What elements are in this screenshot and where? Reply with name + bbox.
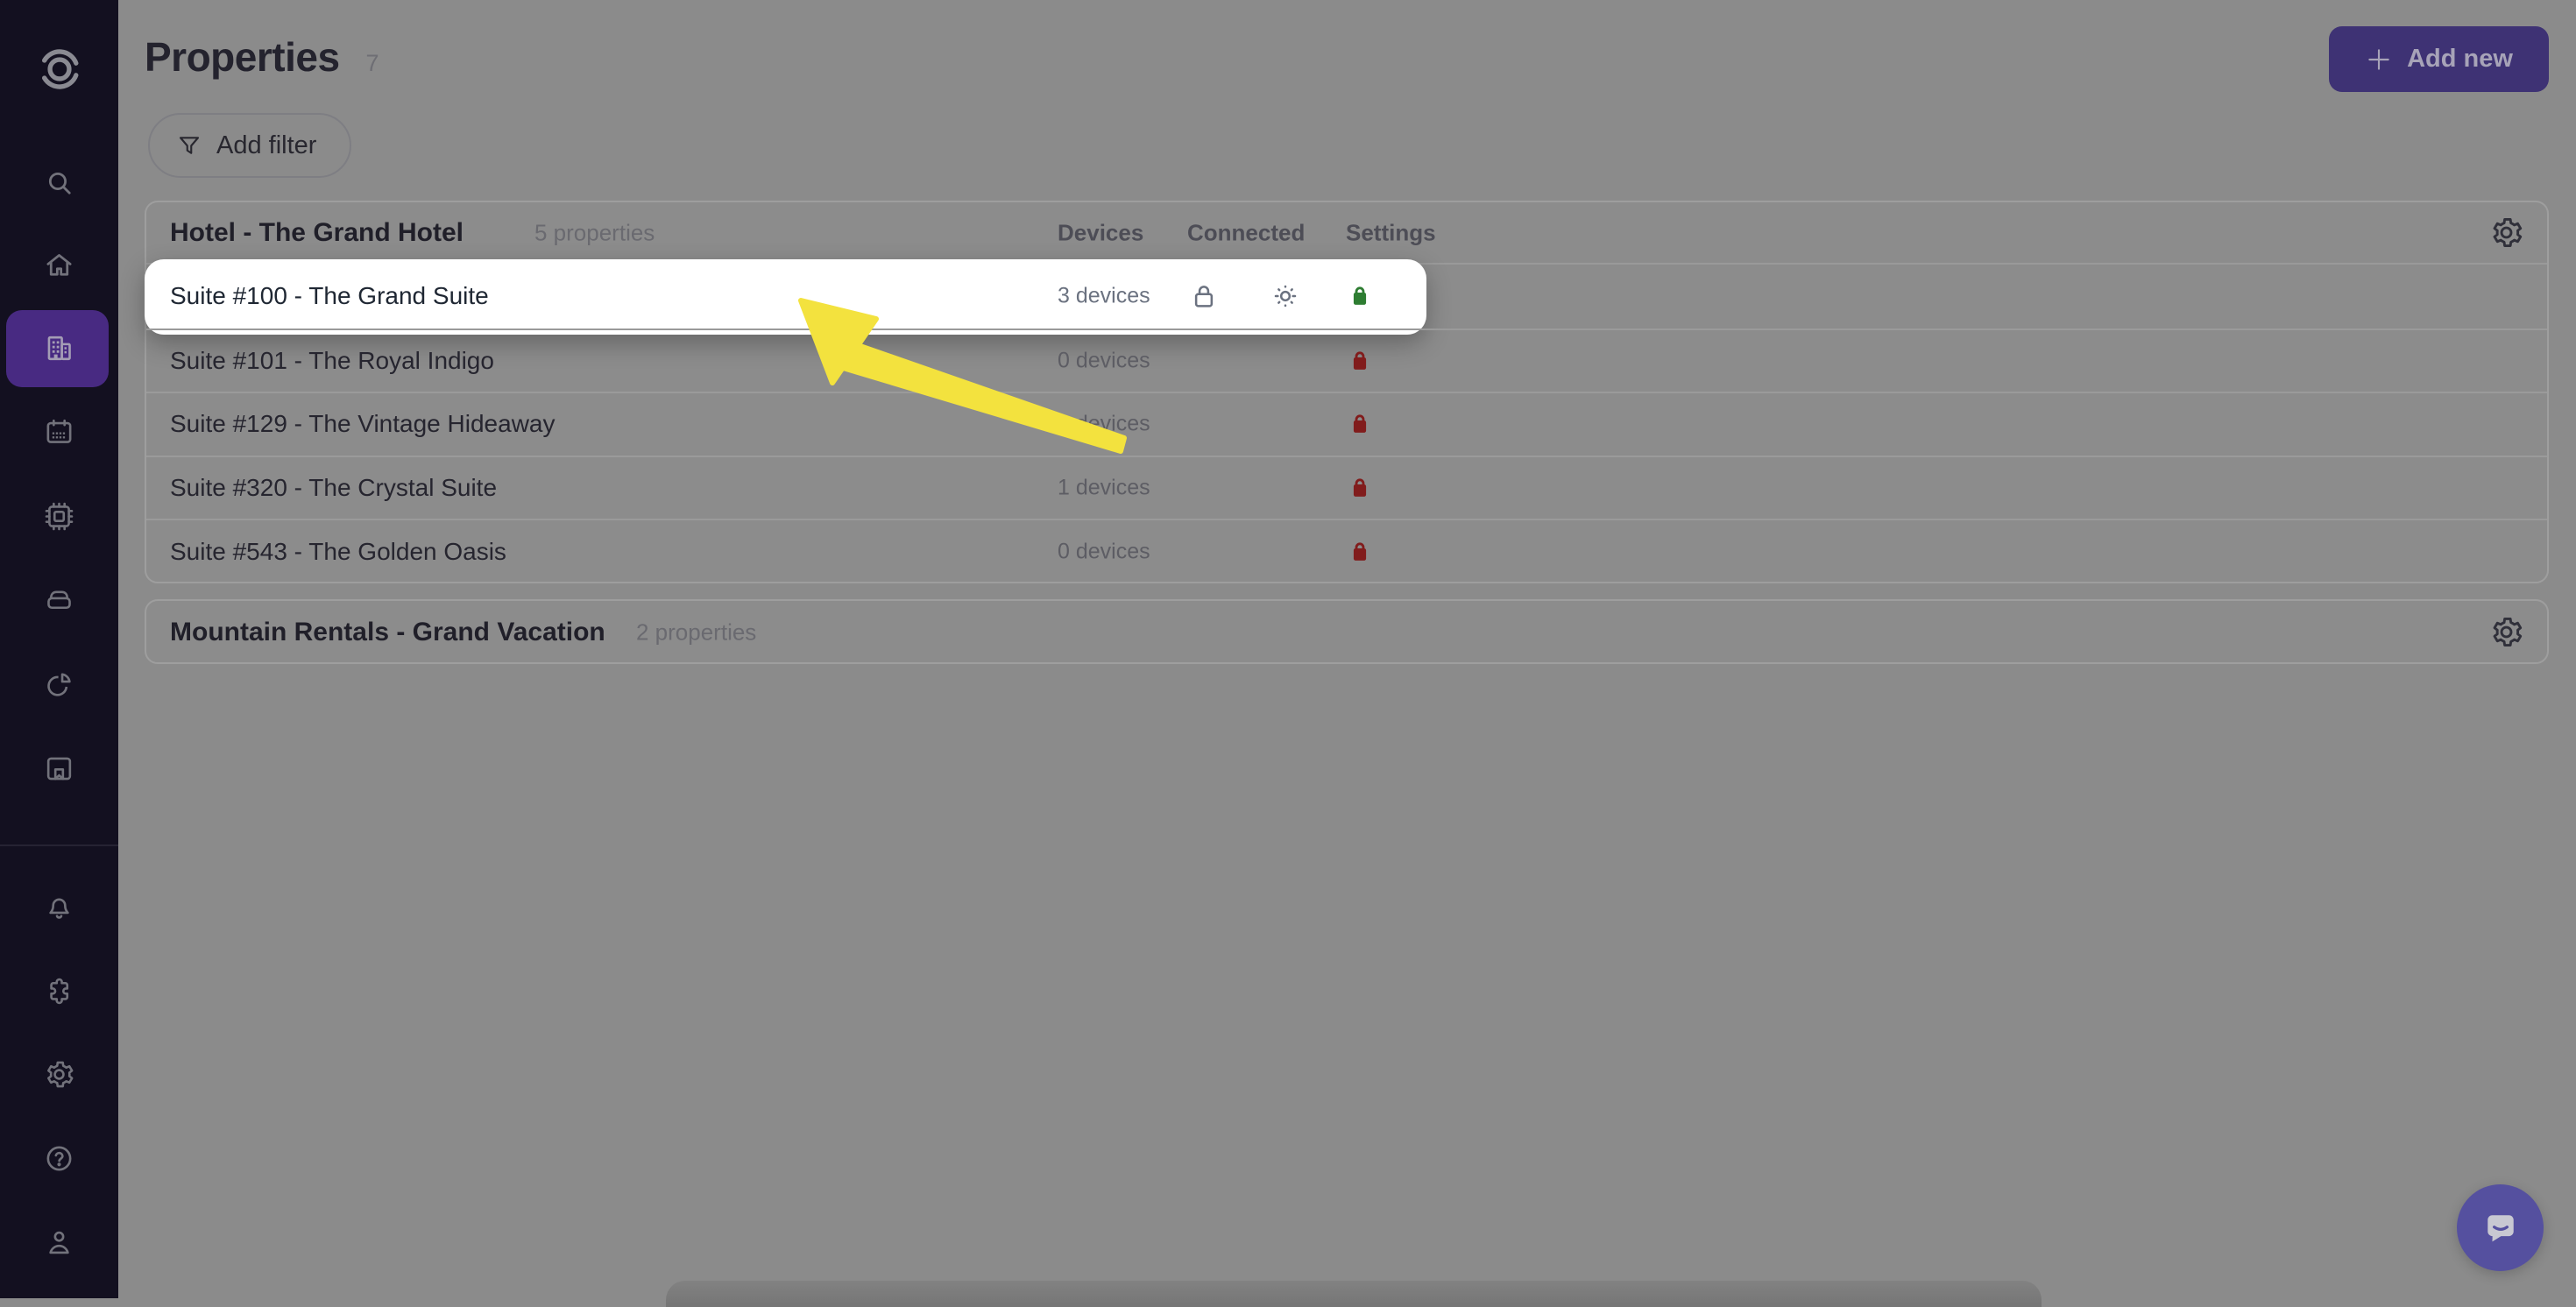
- property-row[interactable]: Suite #129 - The Vintage Hideaway 0 devi…: [146, 392, 2547, 456]
- group-settings-gear-icon[interactable]: [2486, 213, 2526, 253]
- property-group-mountain-rentals: Mountain Rentals - Grand Vacation 2 prop…: [145, 599, 2549, 664]
- devices-count: 0 devices: [1058, 348, 1150, 373]
- lock-status-icon: [1345, 281, 1375, 311]
- search-icon[interactable]: [0, 144, 118, 221]
- property-group-hotel: Hotel - The Grand Hotel 5 properties Dev…: [145, 201, 2549, 583]
- plus-icon: [2365, 46, 2393, 74]
- property-rows: Suite #100 - The Grand Suite 3 devices S…: [146, 265, 2547, 583]
- property-row[interactable]: Suite #101 - The Royal Indigo 0 devices: [146, 329, 2547, 392]
- property-row[interactable]: Suite #543 - The Golden Oasis 0 devices: [146, 519, 2547, 583]
- calendar-icon[interactable]: [0, 393, 118, 470]
- devices-count: 0 devices: [1058, 539, 1150, 564]
- person-icon[interactable]: [0, 1204, 118, 1281]
- property-row[interactable]: Suite #100 - The Grand Suite 3 devices: [146, 265, 2547, 329]
- dimmed-bottom-sheet: [666, 1281, 2042, 1307]
- add-filter-button[interactable]: Add filter: [148, 113, 351, 178]
- property-name: Suite #320 - The Crystal Suite: [170, 474, 497, 502]
- main-content: Properties 7 Add new Add filter Hotel - …: [118, 0, 2576, 1298]
- lock-status-icon: [1345, 473, 1375, 503]
- buildings-icon[interactable]: [0, 309, 118, 386]
- brightness-sun-icon: [1268, 279, 1303, 314]
- group-title: Mountain Rentals - Grand Vacation: [170, 618, 605, 647]
- page-count: 7: [366, 50, 379, 77]
- property-name: Suite #100 - The Grand Suite: [170, 282, 489, 310]
- chat-bubble-icon: [2478, 1205, 2523, 1251]
- group-header[interactable]: Hotel - The Grand Hotel 5 properties Dev…: [146, 202, 2547, 265]
- group-header[interactable]: Mountain Rentals - Grand Vacation 2 prop…: [146, 601, 2547, 663]
- property-name: Suite #543 - The Golden Oasis: [170, 538, 506, 566]
- add-new-button[interactable]: Add new: [2329, 26, 2549, 92]
- add-new-label: Add new: [2407, 45, 2513, 74]
- lock-outline-icon: [1187, 279, 1221, 313]
- app-logo-icon[interactable]: [0, 31, 118, 108]
- puzzle-icon[interactable]: [0, 952, 118, 1029]
- column-header-connected: Connected: [1187, 219, 1305, 246]
- property-row[interactable]: Suite #320 - The Crystal Suite 1 devices: [146, 456, 2547, 519]
- bookmark-icon[interactable]: [0, 730, 118, 807]
- gear-icon[interactable]: [0, 1035, 118, 1113]
- group-settings-gear-icon[interactable]: [2486, 612, 2526, 653]
- help-icon[interactable]: [0, 1120, 118, 1197]
- add-filter-label: Add filter: [216, 131, 316, 160]
- sidebar: [0, 0, 118, 1298]
- sidebar-divider: [0, 844, 118, 846]
- drawer-icon[interactable]: [0, 561, 118, 638]
- group-title: Hotel - The Grand Hotel: [170, 218, 464, 248]
- page-title: Properties: [145, 33, 340, 81]
- property-name: Suite #129 - The Vintage Hideaway: [170, 410, 555, 438]
- devices-count: 0 devices: [1058, 412, 1150, 437]
- property-name: Suite #101 - The Royal Indigo: [170, 347, 494, 375]
- devices-count: 3 devices: [1058, 284, 1150, 309]
- lock-status-icon: [1345, 409, 1375, 439]
- pie-chart-icon[interactable]: [0, 646, 118, 723]
- intercom-chat-button[interactable]: [2457, 1184, 2544, 1271]
- bell-icon[interactable]: [0, 868, 118, 945]
- lock-status-icon: [1345, 537, 1375, 567]
- filter-funnel-icon: [176, 132, 202, 159]
- home-icon[interactable]: [0, 226, 118, 303]
- devices-count: 1 devices: [1058, 476, 1150, 501]
- column-header-devices: Devices: [1058, 219, 1143, 246]
- group-count: 5 properties: [534, 219, 655, 246]
- group-count: 2 properties: [636, 618, 756, 646]
- lock-status-icon: [1345, 346, 1375, 376]
- chip-icon[interactable]: [0, 477, 118, 555]
- column-header-settings: Settings: [1346, 219, 1436, 246]
